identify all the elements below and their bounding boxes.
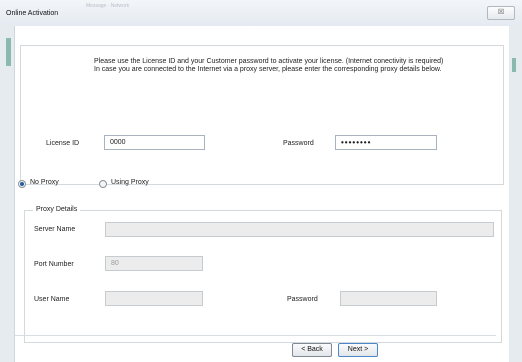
license-group: Please use the License ID and your Custo…	[20, 45, 504, 185]
close-button[interactable]: ☒	[487, 6, 515, 20]
server-name-input[interactable]	[105, 222, 494, 237]
window-title: Online Activation	[6, 10, 59, 17]
user-name-input[interactable]	[105, 291, 203, 306]
proxy-details-group: Proxy Details Server Name Port Number 80…	[24, 206, 502, 343]
background-window-left	[0, 26, 14, 362]
background-accent-right	[512, 58, 516, 72]
proxy-details-legend: Proxy Details	[33, 206, 81, 213]
no-proxy-label[interactable]: No Proxy	[30, 179, 59, 186]
user-name-label: User Name	[34, 296, 70, 303]
proxy-password-label: Password	[287, 296, 318, 303]
using-proxy-radio[interactable]	[99, 180, 107, 188]
using-proxy-label[interactable]: Using Proxy	[111, 179, 149, 186]
password-label: Password	[283, 140, 314, 147]
background-window-right	[509, 26, 522, 362]
password-input[interactable]: ••••••••	[335, 135, 437, 150]
license-id-label: License ID	[46, 140, 80, 147]
next-button[interactable]: Next >	[338, 343, 378, 357]
footer-separator	[15, 335, 496, 336]
background-accent-left	[6, 38, 11, 66]
info-line-1: Please use the License ID and your Custo…	[94, 58, 444, 65]
license-id-input[interactable]: 0000	[104, 135, 205, 150]
background-window-title: Message · Network	[86, 3, 130, 9]
title-bar: Online Activation Message · Network ☒	[0, 0, 522, 26]
back-button[interactable]: < Back	[292, 343, 332, 357]
dialog-body: Please use the License ID and your Custo…	[14, 26, 509, 362]
proxy-password-input[interactable]	[340, 291, 437, 306]
info-line-2: In case you are connected to the Interne…	[94, 66, 442, 73]
server-name-label: Server Name	[34, 226, 76, 233]
close-icon: ☒	[497, 9, 505, 16]
port-number-label: Port Number	[34, 261, 74, 268]
port-number-input[interactable]: 80	[105, 256, 203, 271]
no-proxy-radio[interactable]	[18, 180, 26, 188]
